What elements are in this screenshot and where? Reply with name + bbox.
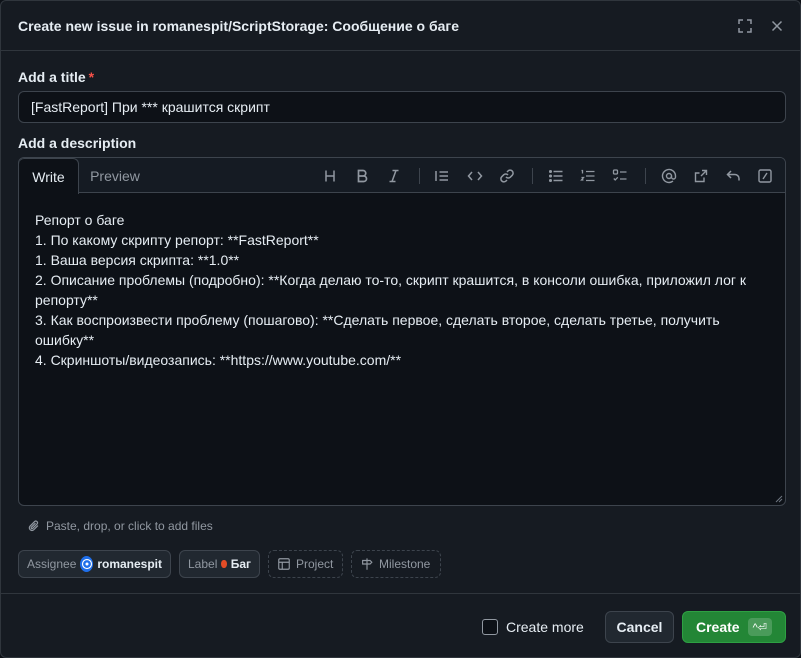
create-button[interactable]: Create ^⏎ [682,611,786,643]
create-more-label: Create more [506,619,584,635]
code-icon[interactable] [464,165,486,187]
reply-icon[interactable] [722,165,744,187]
quote-icon[interactable] [431,165,453,187]
paperclip-icon [28,520,39,532]
resize-handle-icon[interactable] [775,495,783,503]
attach-files-label: Paste, drop, or click to add files [46,519,213,533]
avatar-icon [81,558,92,570]
mention-icon[interactable] [658,165,680,187]
cancel-button[interactable]: Cancel [605,611,674,643]
assignee-name: romanespit [97,557,162,571]
title-label: Add a title * [18,69,94,85]
attach-files[interactable]: Paste, drop, or click to add files [27,519,213,533]
dialog-footer: Create more Cancel Create ^⏎ [1,593,800,657]
description-editor: Write Preview Репорт о баге 1. По какому… [18,157,786,506]
required-mark: * [88,69,95,85]
description-textarea[interactable]: Репорт о баге 1. По какому скрипту репор… [35,210,775,370]
toolbar-divider [419,168,420,184]
numbered-list-icon[interactable] [577,165,599,187]
dialog-header: Create new issue in romanespit/ScriptSto… [1,1,800,51]
reference-icon[interactable] [690,165,712,187]
toolbar-divider [532,168,533,184]
assignee-button[interactable]: Assignee romanespit [18,550,171,578]
create-issue-dialog: Create new issue in romanespit/ScriptSto… [0,0,801,658]
bulleted-list-icon[interactable] [545,165,567,187]
description-label: Add a description [18,135,137,151]
title-input[interactable] [18,91,786,123]
project-icon [278,558,290,570]
milestone-button[interactable]: Milestone [351,550,441,578]
label-color-dot [221,560,227,568]
create-more-toggle[interactable]: Create more [482,619,584,635]
milestone-icon [362,558,373,570]
bold-icon[interactable] [351,165,373,187]
milestone-label: Milestone [379,557,431,571]
create-more-checkbox[interactable] [482,619,498,635]
editor-toolbar: Write Preview [19,158,785,194]
task-list-icon[interactable] [609,165,631,187]
tab-write[interactable]: Write [19,158,79,194]
italic-icon[interactable] [383,165,405,187]
close-icon[interactable] [765,14,789,38]
slash-command-icon[interactable] [754,165,776,187]
create-button-label: Create [696,619,740,635]
dialog-title: Create new issue in romanespit/ScriptSto… [18,18,459,34]
label-name: Баг [230,557,251,571]
assignee-label: Assignee [27,557,77,571]
fullscreen-icon[interactable] [733,14,757,38]
link-icon[interactable] [496,165,518,187]
heading-icon[interactable] [319,165,341,187]
avatar [80,556,94,572]
shortcut-hint: ^⏎ [747,618,772,636]
tab-preview[interactable]: Preview [81,158,149,193]
label-button[interactable]: Label Баг [179,550,260,578]
project-button[interactable]: Project [268,550,343,578]
title-label-text: Add a title [18,69,86,85]
toolbar-divider [645,168,646,184]
project-label: Project [296,557,334,571]
label-label: Label [188,557,218,571]
